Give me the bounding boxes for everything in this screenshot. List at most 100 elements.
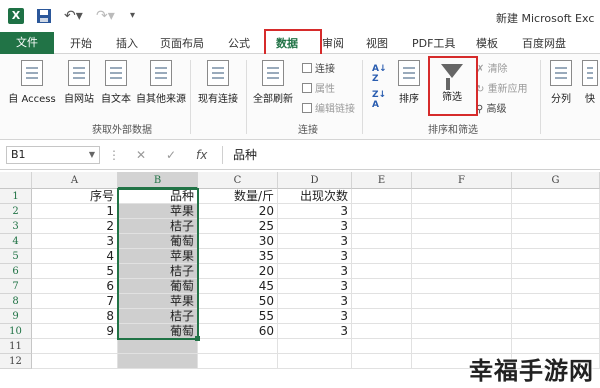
flash-fill-button[interactable]: 快 bbox=[580, 60, 600, 105]
cell-f2[interactable] bbox=[412, 204, 512, 219]
row-header-3[interactable]: 3 bbox=[0, 219, 32, 234]
column-header-a[interactable]: A bbox=[32, 172, 118, 189]
column-header-c[interactable]: C bbox=[198, 172, 278, 189]
cell-d4[interactable]: 3 bbox=[278, 234, 352, 249]
existing-connections-button[interactable]: 现有连接 bbox=[192, 60, 244, 105]
name-box[interactable]: B1 ▼ bbox=[6, 146, 100, 164]
cell-b5[interactable]: 苹果 bbox=[118, 249, 198, 264]
cell-g1[interactable] bbox=[512, 189, 600, 204]
cell-e3[interactable] bbox=[352, 219, 412, 234]
column-header-e[interactable]: E bbox=[352, 172, 412, 189]
cell-a4[interactable]: 3 bbox=[32, 234, 118, 249]
cell-a8[interactable]: 7 bbox=[32, 294, 118, 309]
formula-input[interactable]: 品种 bbox=[222, 146, 594, 164]
customize-qat-icon[interactable]: ▾ bbox=[130, 8, 146, 24]
cell-d7[interactable]: 3 bbox=[278, 279, 352, 294]
advanced-button[interactable]: ⚲ 高级 bbox=[476, 100, 507, 115]
cell-g4[interactable] bbox=[512, 234, 600, 249]
row-header-4[interactable]: 4 bbox=[0, 234, 32, 249]
cell-f3[interactable] bbox=[412, 219, 512, 234]
cell-c4[interactable]: 30 bbox=[198, 234, 278, 249]
cell-f4[interactable] bbox=[412, 234, 512, 249]
cell-b6[interactable]: 桔子 bbox=[118, 264, 198, 279]
cell-a1[interactable]: 序号 bbox=[32, 189, 118, 204]
cell-e4[interactable] bbox=[352, 234, 412, 249]
row-header-12[interactable]: 12 bbox=[0, 354, 32, 369]
row-header-6[interactable]: 6 bbox=[0, 264, 32, 279]
sort-button[interactable]: 排序 bbox=[394, 60, 424, 105]
cell-a10[interactable]: 9 bbox=[32, 324, 118, 339]
cell-a7[interactable]: 6 bbox=[32, 279, 118, 294]
save-icon[interactable] bbox=[36, 8, 52, 24]
cell-c12[interactable] bbox=[198, 354, 278, 369]
edit-links-button[interactable]: 编辑链接 bbox=[302, 100, 355, 115]
tab-home[interactable]: 开始 bbox=[70, 35, 92, 51]
cell-d8[interactable]: 3 bbox=[278, 294, 352, 309]
cell-g9[interactable] bbox=[512, 309, 600, 324]
properties-button[interactable]: 属性 bbox=[302, 80, 335, 95]
cell-c5[interactable]: 35 bbox=[198, 249, 278, 264]
from-access-button[interactable]: 自 Access bbox=[6, 60, 58, 105]
row-header-1[interactable]: 1 bbox=[0, 189, 32, 204]
cell-c11[interactable] bbox=[198, 339, 278, 354]
from-web-button[interactable]: 自网站 bbox=[60, 60, 98, 105]
cell-b1[interactable]: 品种 bbox=[118, 189, 198, 204]
cell-d10[interactable]: 3 bbox=[278, 324, 352, 339]
cell-a3[interactable]: 2 bbox=[32, 219, 118, 234]
from-other-sources-button[interactable]: 自其他来源 bbox=[134, 60, 188, 105]
enter-icon[interactable]: ✓ bbox=[166, 148, 176, 162]
cell-f5[interactable] bbox=[412, 249, 512, 264]
cell-e10[interactable] bbox=[352, 324, 412, 339]
redo-icon[interactable]: ↷▾ bbox=[96, 8, 115, 24]
cell-b12[interactable] bbox=[118, 354, 198, 369]
row-header-7[interactable]: 7 bbox=[0, 279, 32, 294]
cell-d5[interactable]: 3 bbox=[278, 249, 352, 264]
cell-a9[interactable]: 8 bbox=[32, 309, 118, 324]
column-header-b[interactable]: B bbox=[118, 172, 198, 189]
cell-b2[interactable]: 苹果 bbox=[118, 204, 198, 219]
cell-d1[interactable]: 出现次数 bbox=[278, 189, 352, 204]
clear-button[interactable]: ✗ 清除 bbox=[476, 60, 508, 75]
cell-g6[interactable] bbox=[512, 264, 600, 279]
cell-c1[interactable]: 数量/斤 bbox=[198, 189, 278, 204]
cell-b9[interactable]: 桔子 bbox=[118, 309, 198, 324]
cell-a2[interactable]: 1 bbox=[32, 204, 118, 219]
cell-g10[interactable] bbox=[512, 324, 600, 339]
text-to-columns-button[interactable]: 分列 bbox=[546, 60, 576, 105]
tab-template[interactable]: 模板 bbox=[476, 35, 498, 51]
cell-e5[interactable] bbox=[352, 249, 412, 264]
cell-g3[interactable] bbox=[512, 219, 600, 234]
column-header-f[interactable]: F bbox=[412, 172, 512, 189]
insert-function-icon[interactable]: fx bbox=[196, 148, 207, 162]
cell-f6[interactable] bbox=[412, 264, 512, 279]
cell-e1[interactable] bbox=[352, 189, 412, 204]
cell-e2[interactable] bbox=[352, 204, 412, 219]
sort-az-icon[interactable]: A↓ Z bbox=[372, 64, 387, 84]
cell-a12[interactable] bbox=[32, 354, 118, 369]
cell-e7[interactable] bbox=[352, 279, 412, 294]
cell-f8[interactable] bbox=[412, 294, 512, 309]
cell-e12[interactable] bbox=[352, 354, 412, 369]
cancel-icon[interactable]: ✕ bbox=[136, 148, 146, 162]
cell-c7[interactable]: 45 bbox=[198, 279, 278, 294]
cell-e9[interactable] bbox=[352, 309, 412, 324]
cell-c3[interactable]: 25 bbox=[198, 219, 278, 234]
tab-review[interactable]: 审阅 bbox=[322, 35, 344, 51]
sort-za-icon[interactable]: Z↓ A bbox=[372, 90, 386, 110]
cell-e11[interactable] bbox=[352, 339, 412, 354]
cell-e8[interactable] bbox=[352, 294, 412, 309]
refresh-all-button[interactable]: 全部刷新 bbox=[248, 60, 298, 105]
cell-g2[interactable] bbox=[512, 204, 600, 219]
tab-formulas[interactable]: 公式 bbox=[228, 35, 250, 51]
cell-b10[interactable]: 葡萄 bbox=[118, 324, 198, 339]
row-header-2[interactable]: 2 bbox=[0, 204, 32, 219]
cell-c9[interactable]: 55 bbox=[198, 309, 278, 324]
row-header-11[interactable]: 11 bbox=[0, 339, 32, 354]
row-header-5[interactable]: 5 bbox=[0, 249, 32, 264]
cell-c6[interactable]: 20 bbox=[198, 264, 278, 279]
tab-pdf-tools[interactable]: PDF工具 bbox=[412, 35, 455, 51]
cell-c10[interactable]: 60 bbox=[198, 324, 278, 339]
row-header-9[interactable]: 9 bbox=[0, 309, 32, 324]
cell-b7[interactable]: 葡萄 bbox=[118, 279, 198, 294]
cell-b4[interactable]: 葡萄 bbox=[118, 234, 198, 249]
